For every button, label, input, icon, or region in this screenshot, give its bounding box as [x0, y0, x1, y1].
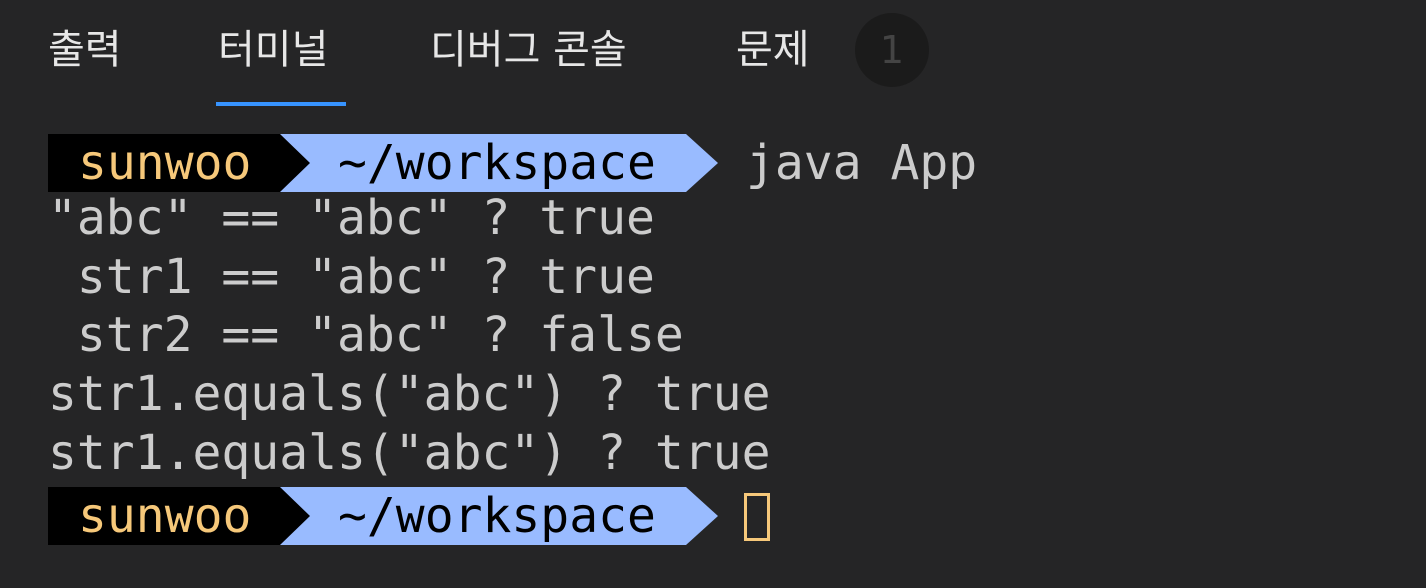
active-tab-indicator	[216, 102, 346, 106]
prompt-path-segment: ~/workspace	[280, 486, 686, 545]
prompt-path-segment: ~/workspace	[280, 134, 686, 192]
tab-problems[interactable]: 문제	[736, 22, 810, 78]
prompt-user: sunwoo	[78, 135, 252, 191]
prompt-user: sunwoo	[78, 487, 252, 544]
prompt-path-arrow	[686, 134, 718, 192]
command-text: java App	[746, 135, 978, 191]
output-line: str1.equals("abc") ? true	[48, 424, 771, 481]
problems-count-badge: 1	[855, 13, 929, 87]
prompt-user-arrow	[280, 486, 310, 545]
tab-debug-console[interactable]: 디버그 콘솔	[430, 22, 627, 78]
prompt-user-segment: sunwoo	[48, 486, 280, 545]
output-line: "abc" == "abc" ? true	[48, 189, 655, 246]
terminal-output[interactable]: sunwoo ~/workspace java App "abc" == "ab…	[48, 130, 977, 545]
tab-terminal[interactable]: 터미널	[218, 22, 328, 78]
terminal-cursor[interactable]	[744, 492, 770, 541]
prompt-line-current: sunwoo ~/workspace	[48, 483, 770, 545]
prompt-path: ~/workspace	[338, 135, 656, 191]
prompt-path-arrow	[686, 486, 718, 545]
output-line: str1 == "abc" ? true	[48, 248, 655, 305]
prompt-user-arrow	[280, 134, 310, 192]
prompt-user-segment: sunwoo	[48, 134, 280, 192]
prompt-line: sunwoo ~/workspace java App	[48, 130, 977, 192]
terminal-panel: 출력 터미널 디버그 콘솔 문제 1 sunwoo ~/workspace ja…	[0, 0, 1426, 588]
tab-output[interactable]: 출력	[48, 22, 122, 78]
output-line: str1.equals("abc") ? true	[48, 366, 771, 423]
prompt-path: ~/workspace	[338, 487, 656, 544]
output-line: str2 == "abc" ? false	[48, 307, 684, 364]
